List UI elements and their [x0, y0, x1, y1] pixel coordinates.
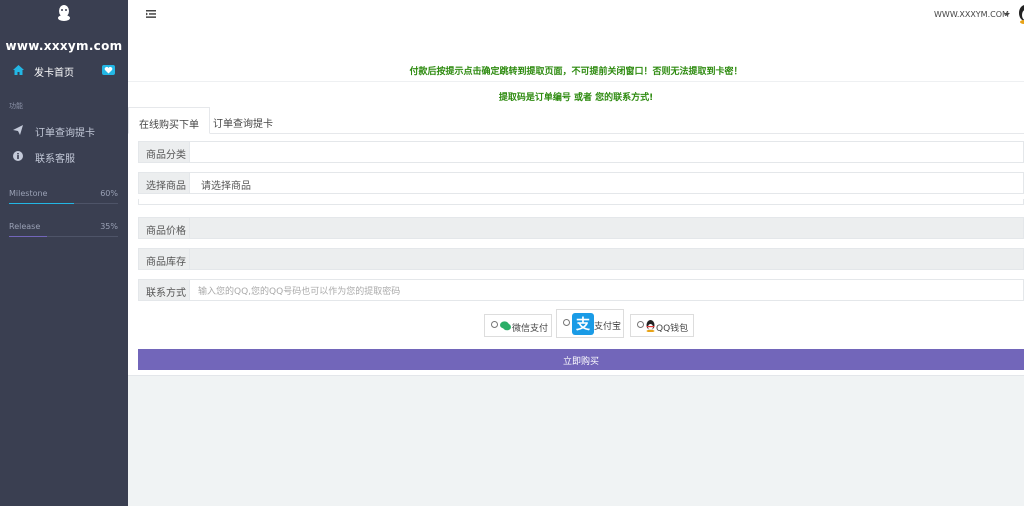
paper-plane-icon	[13, 125, 23, 135]
product-label: 选择商品	[139, 173, 190, 193]
divider	[128, 81, 1024, 82]
category-field[interactable]: 商品分类	[138, 141, 1024, 163]
sidebar-item-label: 联系客服	[35, 154, 75, 165]
progress-track	[9, 203, 118, 204]
contact-placeholder: 输入您的QQ,您的QQ号码也可以作为您的提取密码	[198, 287, 401, 297]
alipay-radio[interactable]	[563, 319, 570, 326]
user-menu-label[interactable]: WWW.XXXYM.COM	[934, 10, 1009, 19]
payment-label: QQ钱包	[656, 324, 689, 334]
sidebar-item-order-query[interactable]: 订单查询提卡	[0, 120, 128, 140]
svg-text:支: 支	[575, 316, 591, 333]
tab-order-query[interactable]: 订单查询提卡	[203, 107, 283, 134]
home-icon	[13, 65, 24, 75]
stock-label: 商品库存	[139, 249, 190, 269]
progress-track	[9, 236, 118, 237]
tab-bar: 在线购买下单 订单查询提卡	[128, 107, 1024, 134]
progress-percent: 60%	[100, 189, 118, 198]
sidebar-item-label: 订单查询提卡	[35, 128, 95, 139]
stock-field: 商品库存	[138, 248, 1024, 270]
wechat-icon	[500, 321, 511, 331]
caret-down-icon[interactable]	[1004, 13, 1010, 16]
progress-name: Release	[9, 222, 41, 231]
payment-notice: 付款后按提示点击确定跳转到提取页面，不可提前关闭窗口！否则无法提取到卡密！	[409, 67, 743, 77]
order-panel: 付款后按提示点击确定跳转到提取页面，不可提前关闭窗口！否则无法提取到卡密！ 提取…	[128, 62, 1024, 376]
info-circle-icon	[13, 151, 23, 161]
menu-toggle-icon[interactable]	[146, 10, 156, 18]
progress-name: Milestone	[9, 189, 48, 198]
payment-label: 微信支付	[512, 324, 549, 334]
tab-online-purchase[interactable]: 在线购买下单	[128, 107, 210, 134]
category-label: 商品分类	[139, 142, 190, 162]
heart-badge-icon	[102, 65, 115, 75]
alipay-icon: 支	[572, 313, 594, 335]
progress-fill	[9, 203, 75, 204]
contact-label: 联系方式	[139, 280, 190, 300]
sidebar-item-contact-service[interactable]: 联系客服	[0, 146, 128, 166]
sidebar: www.xxxym.com 发卡首页 功能 订单查询提卡 联系客服 Milest…	[0, 0, 128, 506]
qq-wallet-radio[interactable]	[637, 321, 644, 328]
qq-penguin-icon	[646, 320, 655, 332]
product-description-box	[138, 199, 1024, 205]
top-header: WWW.XXXYM.COM	[128, 0, 1024, 62]
contact-input[interactable]: 联系方式 输入您的QQ,您的QQ号码也可以作为您的提取密码	[138, 279, 1024, 301]
progress-fill	[9, 236, 48, 237]
payment-option-alipay[interactable]: 支 支付宝	[556, 309, 624, 338]
sidebar-item-label: 发卡首页	[34, 68, 74, 79]
payment-label: 支付宝	[594, 322, 622, 332]
site-brand[interactable]: www.xxxym.com	[0, 39, 128, 53]
wechat-radio[interactable]	[491, 321, 498, 328]
price-field: 商品价格	[138, 217, 1024, 239]
qq-penguin-logo-icon	[58, 5, 70, 21]
sidebar-item-home[interactable]: 发卡首页	[0, 60, 128, 80]
product-select-value: 请选择商品	[201, 181, 251, 192]
extraction-code-notice: 提取码是订单编号 或者 您的联系方式!	[498, 93, 654, 103]
progress-percent: 35%	[100, 222, 118, 231]
sidebar-section-label: 功能	[9, 102, 23, 110]
product-select[interactable]: 选择商品 请选择商品	[138, 172, 1024, 194]
buy-now-button[interactable]: 立即购买	[138, 349, 1024, 370]
payment-option-qq-wallet[interactable]: QQ钱包	[630, 314, 694, 337]
avatar[interactable]	[1016, 4, 1024, 24]
payment-option-wechat[interactable]: 微信支付	[484, 314, 552, 337]
price-label: 商品价格	[139, 218, 190, 238]
